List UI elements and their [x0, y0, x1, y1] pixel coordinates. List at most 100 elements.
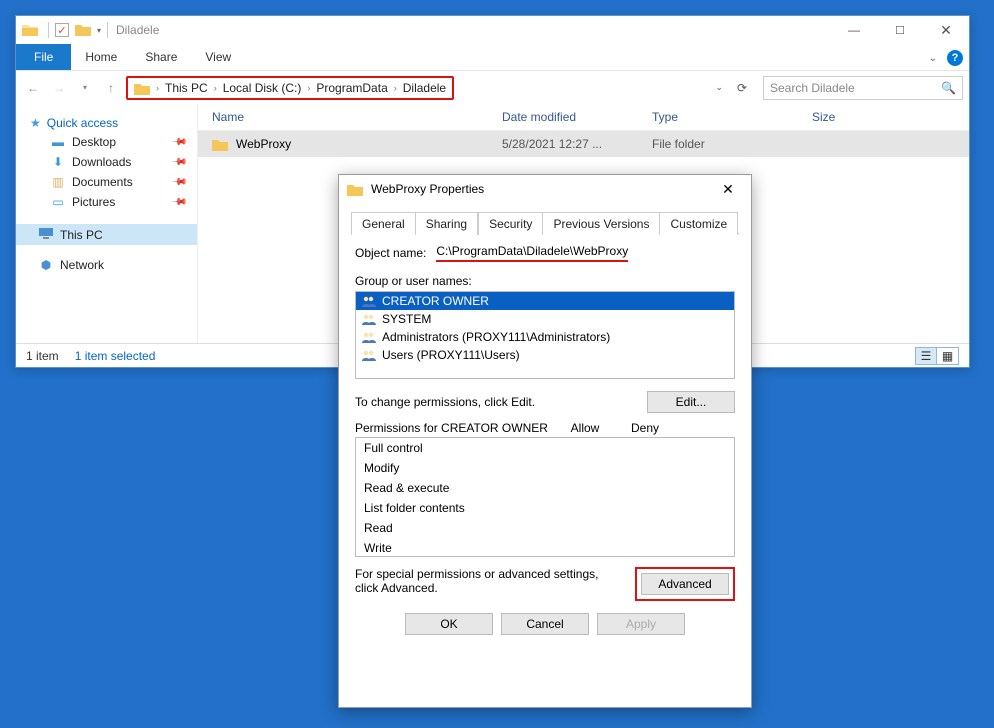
tab-file[interactable]: File — [16, 44, 71, 70]
close-icon[interactable]: ✕ — [713, 181, 743, 198]
tab-home[interactable]: Home — [71, 44, 131, 70]
nav-bar: ← → ▾ ↑ ›This PC ›Local Disk (C:) ›Progr… — [16, 70, 969, 104]
tab-general[interactable]: General — [351, 212, 416, 235]
perm-row[interactable]: Modify — [356, 458, 734, 478]
title-bar[interactable]: ✓ ▾ Diladele — ☐ ✕ — [16, 16, 969, 44]
close-button[interactable]: ✕ — [923, 16, 969, 44]
sidebar-quick-access[interactable]: ★ Quick access — [16, 112, 197, 132]
perm-row[interactable]: Read — [356, 518, 734, 538]
minimize-button[interactable]: — — [831, 16, 877, 44]
search-input[interactable]: Search Diladele 🔍 — [763, 76, 963, 100]
users-icon — [362, 331, 376, 343]
user-row[interactable]: Users (PROXY111\Users) — [356, 346, 734, 364]
crumb-diladele[interactable]: Diladele — [403, 81, 446, 95]
users-icon — [362, 295, 376, 307]
pictures-icon: ▭ — [50, 195, 66, 209]
search-icon[interactable]: 🔍 — [941, 81, 956, 95]
advanced-highlight: Advanced — [635, 567, 735, 601]
sidebar-item-thispc[interactable]: This PC — [16, 224, 197, 245]
checkbox-icon[interactable]: ✓ — [55, 23, 69, 37]
col-type[interactable]: Type — [652, 110, 812, 124]
dropdown-icon[interactable]: ⌄ — [715, 82, 723, 93]
separator — [107, 22, 108, 38]
collapse-ribbon-icon[interactable]: ⌄ — [929, 53, 937, 64]
documents-icon: ▥ — [50, 175, 66, 189]
window-title: Diladele — [116, 23, 159, 37]
network-icon: ⬢ — [38, 258, 54, 272]
breadcrumb[interactable]: ›This PC ›Local Disk (C:) ›ProgramData ›… — [126, 76, 454, 100]
perm-row[interactable]: Full control — [356, 438, 734, 458]
forward-button[interactable]: → — [48, 77, 70, 99]
folder-icon — [347, 182, 363, 196]
crumb-programdata[interactable]: ProgramData — [316, 81, 387, 95]
pin-icon: 📌 — [170, 174, 187, 191]
pin-icon: 📌 — [170, 194, 187, 211]
sidebar-item-desktop[interactable]: ▬ Desktop 📌 — [16, 132, 197, 152]
user-row[interactable]: SYSTEM — [356, 310, 734, 328]
dialog-title-bar[interactable]: WebProxy Properties ✕ — [339, 175, 751, 203]
user-row[interactable]: Administrators (PROXY111\Administrators) — [356, 328, 734, 346]
edit-button[interactable]: Edit... — [647, 391, 735, 413]
permissions-label: Permissions for CREATOR OWNER — [355, 421, 555, 435]
ok-button[interactable]: OK — [405, 613, 493, 635]
sidebar-item-documents[interactable]: ▥ Documents 📌 — [16, 172, 197, 192]
user-row[interactable]: CREATOR OWNER — [356, 292, 734, 310]
file-row[interactable]: WebProxy 5/28/2021 12:27 ... File folder — [198, 131, 969, 157]
back-button[interactable]: ← — [22, 77, 44, 99]
file-name: WebProxy — [236, 137, 291, 151]
allow-header: Allow — [555, 421, 615, 435]
cancel-button[interactable]: Cancel — [501, 613, 589, 635]
column-headers[interactable]: Name Date modified Type Size — [198, 104, 969, 131]
selected-count: 1 item selected — [75, 349, 156, 363]
tab-sharing[interactable]: Sharing — [416, 212, 478, 235]
help-icon[interactable]: ? — [947, 50, 963, 66]
separator — [48, 22, 49, 38]
tab-previous-versions[interactable]: Previous Versions — [543, 212, 660, 235]
col-name[interactable]: Name — [212, 110, 502, 124]
advanced-button[interactable]: Advanced — [641, 573, 729, 595]
star-icon: ★ — [30, 116, 41, 130]
col-size[interactable]: Size — [812, 110, 912, 124]
tab-customize[interactable]: Customize — [660, 212, 738, 235]
permissions-list[interactable]: Full control Modify Read & execute List … — [355, 437, 735, 557]
icons-view-button[interactable]: ▦ — [937, 347, 959, 365]
advanced-text: For special permissions or advanced sett… — [355, 567, 623, 595]
crumb-disk[interactable]: Local Disk (C:) — [223, 81, 302, 95]
sidebar-item-pictures[interactable]: ▭ Pictures 📌 — [16, 192, 197, 212]
refresh-icon[interactable]: ⟳ — [737, 81, 747, 95]
pin-icon: 📌 — [170, 134, 187, 151]
downloads-icon: ⬇ — [50, 155, 66, 169]
tab-security[interactable]: Security — [478, 212, 543, 235]
recent-dropdown[interactable]: ▾ — [74, 77, 96, 99]
properties-dialog: WebProxy Properties ✕ General Sharing Se… — [338, 174, 752, 708]
search-placeholder: Search Diladele — [770, 81, 855, 95]
col-date[interactable]: Date modified — [502, 110, 652, 124]
desktop-icon: ▬ — [50, 135, 66, 149]
object-path: C:\ProgramData\Diladele\WebProxy — [436, 244, 628, 262]
perm-row[interactable]: Read & execute — [356, 478, 734, 498]
details-view-button[interactable]: ☰ — [915, 347, 937, 365]
tab-share[interactable]: Share — [131, 44, 191, 70]
deny-header: Deny — [615, 421, 675, 435]
dropdown-icon[interactable]: ▾ — [97, 26, 101, 35]
file-type: File folder — [652, 137, 812, 151]
pin-icon: 📌 — [170, 154, 187, 171]
perm-row[interactable]: Write — [356, 538, 734, 557]
apply-button[interactable]: Apply — [597, 613, 685, 635]
nav-pane: ★ Quick access ▬ Desktop 📌 ⬇ Downloads 📌… — [16, 104, 198, 343]
file-date: 5/28/2021 12:27 ... — [502, 137, 652, 151]
change-text: To change permissions, click Edit. — [355, 395, 535, 409]
sidebar-item-network[interactable]: ⬢ Network — [16, 255, 197, 275]
tab-view[interactable]: View — [191, 44, 245, 70]
folder-icon — [22, 22, 38, 39]
crumb-thispc[interactable]: This PC — [165, 81, 208, 95]
user-list[interactable]: CREATOR OWNER SYSTEM Administrators (PRO… — [355, 291, 735, 379]
group-label: Group or user names: — [355, 274, 735, 288]
folder-icon — [212, 137, 228, 151]
up-button[interactable]: ↑ — [100, 77, 122, 99]
perm-row[interactable]: List folder contents — [356, 498, 734, 518]
tab-strip: General Sharing Security Previous Versio… — [351, 211, 739, 234]
sidebar-item-downloads[interactable]: ⬇ Downloads 📌 — [16, 152, 197, 172]
folder-icon[interactable] — [75, 22, 91, 39]
maximize-button[interactable]: ☐ — [877, 16, 923, 44]
